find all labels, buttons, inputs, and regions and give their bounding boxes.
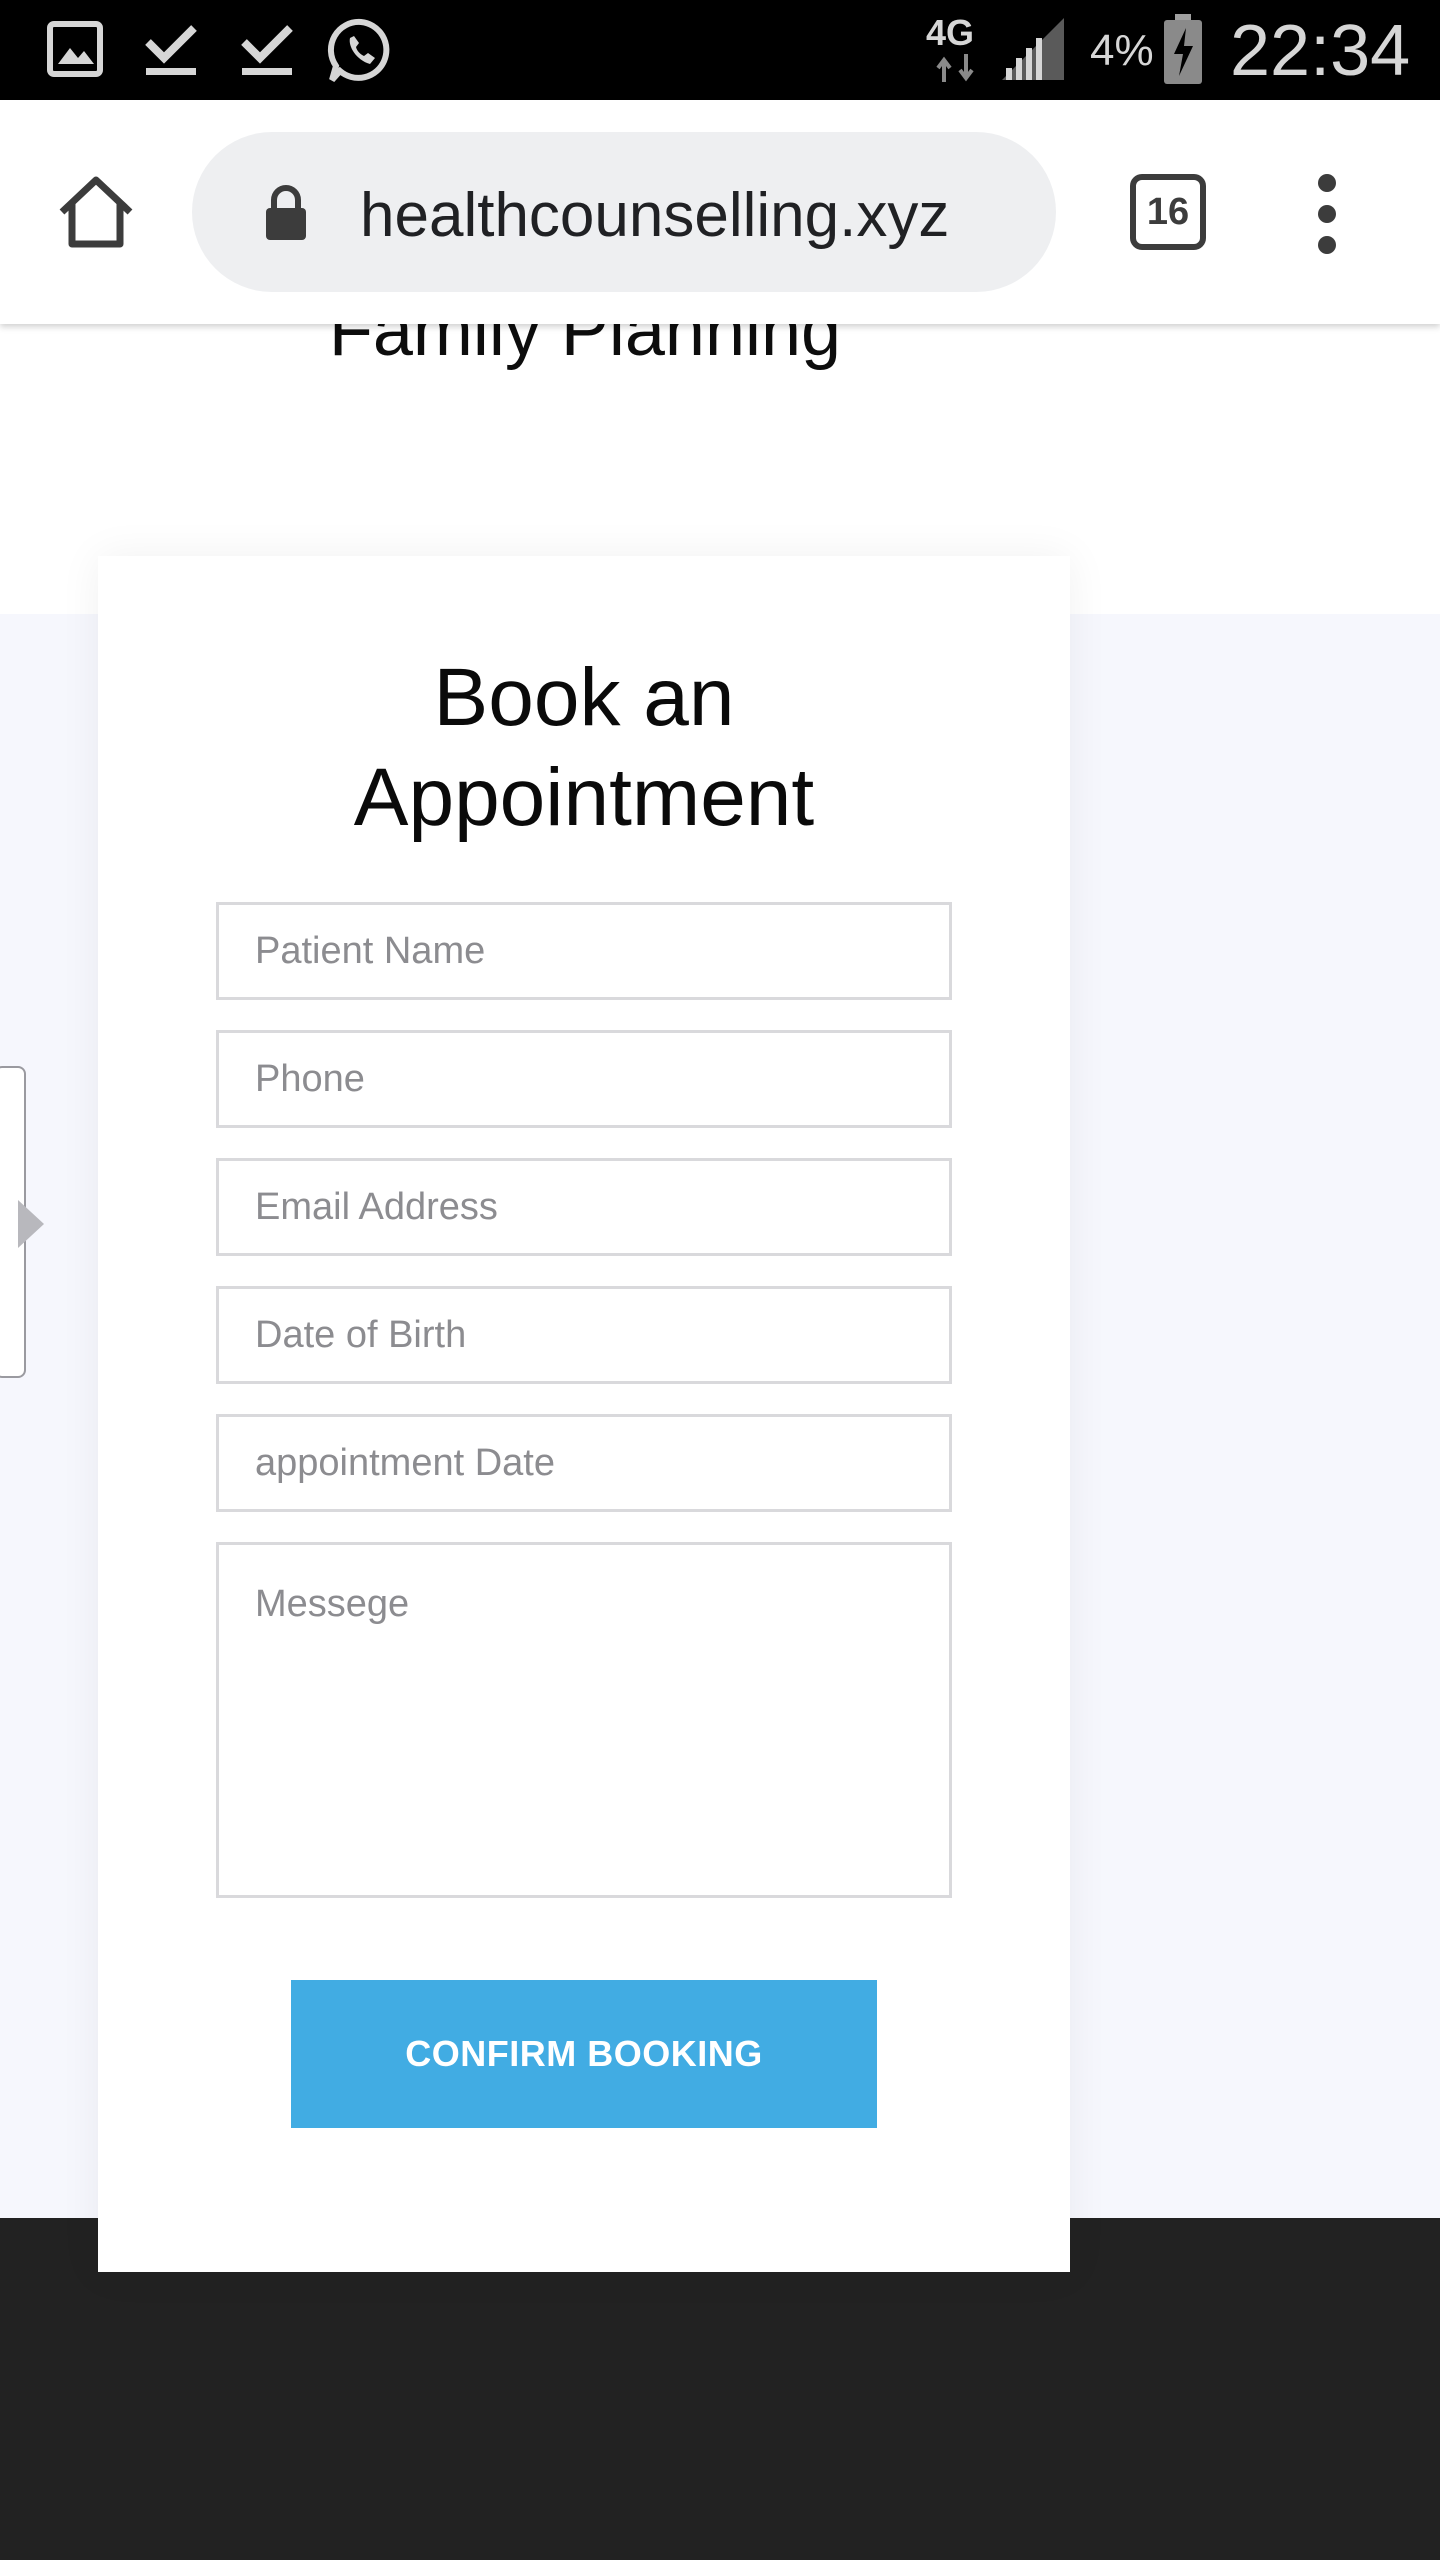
- signal-icon: [1002, 18, 1064, 80]
- appointment-card: Book an Appointment CONFIRM BOOKING: [98, 556, 1070, 2272]
- form-title-line2: Appointment: [353, 752, 815, 843]
- tabs-button[interactable]: 16: [1130, 174, 1206, 250]
- form-title: Book an Appointment: [98, 648, 1070, 848]
- email-input[interactable]: [216, 1158, 952, 1256]
- message-textarea[interactable]: [216, 1542, 952, 1898]
- confirm-booking-button[interactable]: CONFIRM BOOKING: [291, 1980, 877, 2128]
- home-icon[interactable]: [54, 170, 138, 254]
- patient-name-input[interactable]: [216, 902, 952, 1000]
- download-done-icon: [145, 25, 197, 75]
- dob-input[interactable]: [216, 1286, 952, 1384]
- url-text: healthcounselling.xyz: [360, 181, 950, 250]
- more-vert-icon[interactable]: [1306, 174, 1350, 254]
- chevron-right-icon[interactable]: [18, 1200, 44, 1248]
- phone-input[interactable]: [216, 1030, 952, 1128]
- lock-icon: [266, 185, 306, 240]
- form-title-line1: Book an: [433, 652, 735, 743]
- download-done-icon: [241, 25, 293, 75]
- browser-toolbar: healthcounselling.xyz 16: [0, 100, 1440, 324]
- url-bar[interactable]: healthcounselling.xyz: [192, 132, 1056, 292]
- network-type: 4G: [926, 12, 975, 53]
- battery-level: 4%: [1090, 26, 1154, 75]
- appointment-date-input[interactable]: [216, 1414, 952, 1512]
- battery-charging-icon: [1164, 14, 1202, 84]
- whatsapp-icon: [327, 18, 390, 82]
- clock: 22:34: [1230, 11, 1411, 91]
- network-arrows-icon: [936, 54, 974, 82]
- gallery-icon: [47, 21, 103, 77]
- tabs-icon: 16: [1130, 174, 1206, 250]
- status-bar: 4G 4% 22:34: [0, 0, 1440, 100]
